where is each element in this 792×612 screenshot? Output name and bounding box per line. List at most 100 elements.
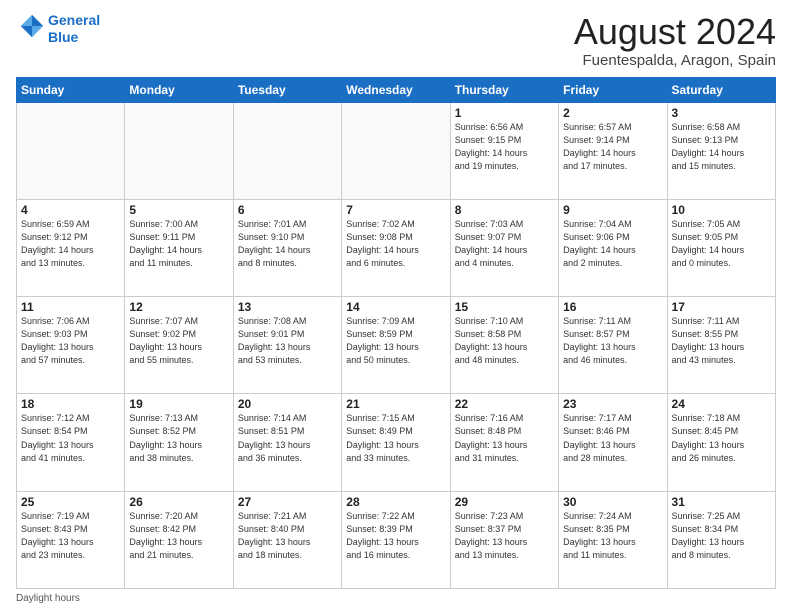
calendar-cell: 20Sunrise: 7:14 AM Sunset: 8:51 PM Dayli… [233, 394, 341, 491]
day-number: 22 [455, 397, 554, 411]
day-number: 27 [238, 495, 337, 509]
day-number: 3 [672, 106, 771, 120]
day-number: 31 [672, 495, 771, 509]
day-number: 5 [129, 203, 228, 217]
col-sunday: Sunday [17, 77, 125, 102]
day-info: Sunrise: 7:10 AM Sunset: 8:58 PM Dayligh… [455, 315, 554, 367]
col-saturday: Saturday [667, 77, 775, 102]
logo: General Blue [16, 12, 100, 46]
day-number: 16 [563, 300, 662, 314]
day-number: 25 [21, 495, 120, 509]
calendar-cell: 31Sunrise: 7:25 AM Sunset: 8:34 PM Dayli… [667, 491, 775, 588]
calendar-cell: 30Sunrise: 7:24 AM Sunset: 8:35 PM Dayli… [559, 491, 667, 588]
calendar-cell: 26Sunrise: 7:20 AM Sunset: 8:42 PM Dayli… [125, 491, 233, 588]
day-number: 13 [238, 300, 337, 314]
day-number: 23 [563, 397, 662, 411]
day-info: Sunrise: 7:13 AM Sunset: 8:52 PM Dayligh… [129, 412, 228, 464]
calendar-cell [17, 102, 125, 199]
day-number: 1 [455, 106, 554, 120]
calendar-cell: 24Sunrise: 7:18 AM Sunset: 8:45 PM Dayli… [667, 394, 775, 491]
day-info: Sunrise: 7:02 AM Sunset: 9:08 PM Dayligh… [346, 218, 445, 270]
calendar-cell: 1Sunrise: 6:56 AM Sunset: 9:15 PM Daylig… [450, 102, 558, 199]
calendar-cell: 14Sunrise: 7:09 AM Sunset: 8:59 PM Dayli… [342, 297, 450, 394]
calendar-cell: 4Sunrise: 6:59 AM Sunset: 9:12 PM Daylig… [17, 199, 125, 296]
day-number: 9 [563, 203, 662, 217]
calendar-cell: 16Sunrise: 7:11 AM Sunset: 8:57 PM Dayli… [559, 297, 667, 394]
day-info: Sunrise: 7:17 AM Sunset: 8:46 PM Dayligh… [563, 412, 662, 464]
day-number: 30 [563, 495, 662, 509]
calendar-cell: 13Sunrise: 7:08 AM Sunset: 9:01 PM Dayli… [233, 297, 341, 394]
day-info: Sunrise: 7:07 AM Sunset: 9:02 PM Dayligh… [129, 315, 228, 367]
day-info: Sunrise: 7:09 AM Sunset: 8:59 PM Dayligh… [346, 315, 445, 367]
day-info: Sunrise: 7:12 AM Sunset: 8:54 PM Dayligh… [21, 412, 120, 464]
day-info: Sunrise: 7:04 AM Sunset: 9:06 PM Dayligh… [563, 218, 662, 270]
day-number: 14 [346, 300, 445, 314]
page: General Blue August 2024 Fuentespalda, A… [0, 0, 792, 612]
logo-text: General Blue [48, 12, 100, 46]
calendar-cell: 5Sunrise: 7:00 AM Sunset: 9:11 PM Daylig… [125, 199, 233, 296]
day-info: Sunrise: 7:11 AM Sunset: 8:57 PM Dayligh… [563, 315, 662, 367]
calendar-cell: 21Sunrise: 7:15 AM Sunset: 8:49 PM Dayli… [342, 394, 450, 491]
day-info: Sunrise: 6:57 AM Sunset: 9:14 PM Dayligh… [563, 121, 662, 173]
footer-note: Daylight hours [16, 593, 776, 604]
header: General Blue August 2024 Fuentespalda, A… [16, 12, 776, 69]
calendar-week-1: 1Sunrise: 6:56 AM Sunset: 9:15 PM Daylig… [17, 102, 776, 199]
day-number: 18 [21, 397, 120, 411]
day-info: Sunrise: 7:18 AM Sunset: 8:45 PM Dayligh… [672, 412, 771, 464]
day-info: Sunrise: 6:59 AM Sunset: 9:12 PM Dayligh… [21, 218, 120, 270]
day-info: Sunrise: 7:21 AM Sunset: 8:40 PM Dayligh… [238, 510, 337, 562]
day-number: 15 [455, 300, 554, 314]
col-monday: Monday [125, 77, 233, 102]
day-info: Sunrise: 6:56 AM Sunset: 9:15 PM Dayligh… [455, 121, 554, 173]
day-info: Sunrise: 7:25 AM Sunset: 8:34 PM Dayligh… [672, 510, 771, 562]
day-info: Sunrise: 7:22 AM Sunset: 8:39 PM Dayligh… [346, 510, 445, 562]
calendar-cell: 12Sunrise: 7:07 AM Sunset: 9:02 PM Dayli… [125, 297, 233, 394]
col-tuesday: Tuesday [233, 77, 341, 102]
day-info: Sunrise: 7:19 AM Sunset: 8:43 PM Dayligh… [21, 510, 120, 562]
calendar-cell: 19Sunrise: 7:13 AM Sunset: 8:52 PM Dayli… [125, 394, 233, 491]
day-info: Sunrise: 7:05 AM Sunset: 9:05 PM Dayligh… [672, 218, 771, 270]
day-number: 20 [238, 397, 337, 411]
calendar-cell: 17Sunrise: 7:11 AM Sunset: 8:55 PM Dayli… [667, 297, 775, 394]
calendar-cell: 29Sunrise: 7:23 AM Sunset: 8:37 PM Dayli… [450, 491, 558, 588]
day-info: Sunrise: 7:14 AM Sunset: 8:51 PM Dayligh… [238, 412, 337, 464]
day-info: Sunrise: 7:24 AM Sunset: 8:35 PM Dayligh… [563, 510, 662, 562]
calendar-header-row: Sunday Monday Tuesday Wednesday Thursday… [17, 77, 776, 102]
calendar-week-2: 4Sunrise: 6:59 AM Sunset: 9:12 PM Daylig… [17, 199, 776, 296]
day-number: 4 [21, 203, 120, 217]
day-info: Sunrise: 7:15 AM Sunset: 8:49 PM Dayligh… [346, 412, 445, 464]
calendar-cell: 28Sunrise: 7:22 AM Sunset: 8:39 PM Dayli… [342, 491, 450, 588]
logo-icon [18, 12, 46, 40]
day-info: Sunrise: 7:00 AM Sunset: 9:11 PM Dayligh… [129, 218, 228, 270]
calendar: Sunday Monday Tuesday Wednesday Thursday… [16, 77, 776, 589]
col-thursday: Thursday [450, 77, 558, 102]
day-number: 17 [672, 300, 771, 314]
calendar-cell: 22Sunrise: 7:16 AM Sunset: 8:48 PM Dayli… [450, 394, 558, 491]
day-info: Sunrise: 7:01 AM Sunset: 9:10 PM Dayligh… [238, 218, 337, 270]
day-info: Sunrise: 7:03 AM Sunset: 9:07 PM Dayligh… [455, 218, 554, 270]
day-number: 7 [346, 203, 445, 217]
calendar-cell [125, 102, 233, 199]
calendar-cell: 23Sunrise: 7:17 AM Sunset: 8:46 PM Dayli… [559, 394, 667, 491]
calendar-cell [342, 102, 450, 199]
day-number: 8 [455, 203, 554, 217]
calendar-cell: 3Sunrise: 6:58 AM Sunset: 9:13 PM Daylig… [667, 102, 775, 199]
calendar-cell: 10Sunrise: 7:05 AM Sunset: 9:05 PM Dayli… [667, 199, 775, 296]
day-info: Sunrise: 7:20 AM Sunset: 8:42 PM Dayligh… [129, 510, 228, 562]
calendar-cell: 9Sunrise: 7:04 AM Sunset: 9:06 PM Daylig… [559, 199, 667, 296]
day-info: Sunrise: 7:08 AM Sunset: 9:01 PM Dayligh… [238, 315, 337, 367]
col-friday: Friday [559, 77, 667, 102]
title-area: August 2024 Fuentespalda, Aragon, Spain [574, 12, 776, 69]
calendar-week-5: 25Sunrise: 7:19 AM Sunset: 8:43 PM Dayli… [17, 491, 776, 588]
calendar-week-3: 11Sunrise: 7:06 AM Sunset: 9:03 PM Dayli… [17, 297, 776, 394]
calendar-cell: 18Sunrise: 7:12 AM Sunset: 8:54 PM Dayli… [17, 394, 125, 491]
day-number: 10 [672, 203, 771, 217]
day-info: Sunrise: 7:23 AM Sunset: 8:37 PM Dayligh… [455, 510, 554, 562]
calendar-cell: 7Sunrise: 7:02 AM Sunset: 9:08 PM Daylig… [342, 199, 450, 296]
day-number: 2 [563, 106, 662, 120]
day-number: 11 [21, 300, 120, 314]
calendar-cell: 25Sunrise: 7:19 AM Sunset: 8:43 PM Dayli… [17, 491, 125, 588]
calendar-week-4: 18Sunrise: 7:12 AM Sunset: 8:54 PM Dayli… [17, 394, 776, 491]
day-number: 24 [672, 397, 771, 411]
day-number: 6 [238, 203, 337, 217]
